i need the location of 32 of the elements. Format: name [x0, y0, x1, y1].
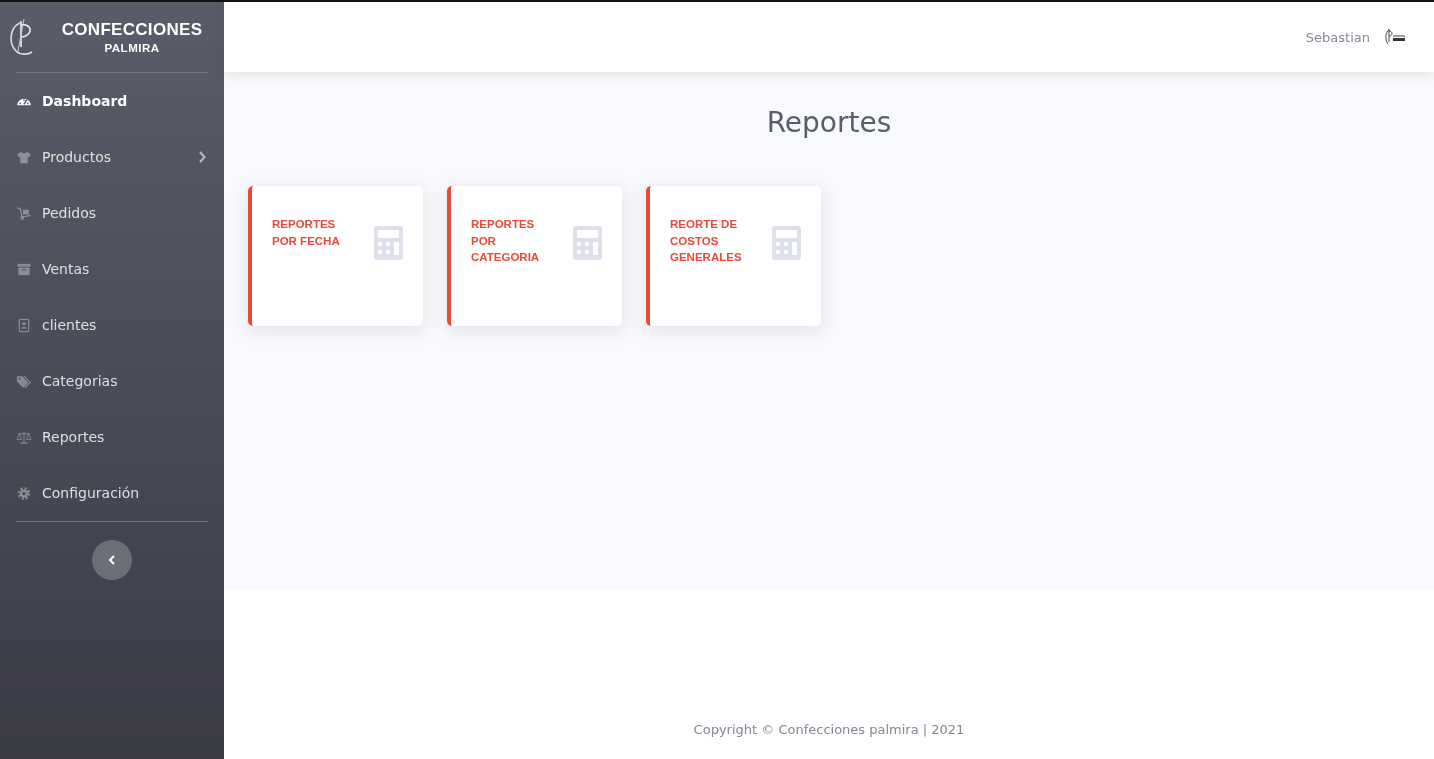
logo-icon[interactable] [1384, 28, 1406, 46]
sidebar-item[interactable]: Productos [0, 129, 224, 185]
sidebar-item[interactable]: Configuración [0, 465, 224, 521]
report-card[interactable]: REPORTES POR CATEGORIA [447, 186, 622, 326]
sidebar-item[interactable]: Dashboard [0, 73, 224, 129]
sidebar-item[interactable]: Reportes [0, 409, 224, 465]
scale-icon [16, 429, 32, 445]
brand-subtitle: PALMIRA [104, 42, 160, 54]
settings-icon [16, 485, 32, 501]
tshirt-icon [16, 149, 32, 165]
brand-title: CONFECCIONES [61, 20, 203, 40]
card-title: REORTE DE COSTOS GENERALES [670, 217, 743, 265]
chevron-right-icon [198, 151, 206, 163]
calculator-icon [772, 226, 801, 260]
sidebar-item[interactable]: Pedidos [0, 185, 224, 241]
chevron-left-icon [108, 555, 116, 565]
sidebar-item[interactable]: Categorias [0, 353, 224, 409]
calculator-icon [374, 226, 403, 260]
tags-icon [16, 373, 32, 389]
card-title: REPORTES POR FECHA [272, 217, 341, 249]
page-title: Reportes [765, 106, 893, 139]
archive-icon [16, 261, 32, 277]
sidebar-item[interactable]: Ventas [0, 241, 224, 297]
sidebar-item[interactable]: clientes [0, 297, 224, 353]
report-card[interactable]: REORTE DE COSTOS GENERALES [646, 186, 821, 326]
dolly-icon [16, 205, 32, 221]
report-card[interactable]: REPORTES POR FECHA [248, 186, 423, 326]
copyright-text: Copyright © Confecciones palmira | 2021 [693, 722, 965, 737]
calculator-icon [573, 226, 602, 260]
contact-card-icon [16, 317, 32, 333]
user-name[interactable]: Sebastian [1305, 29, 1370, 45]
card-title: REPORTES POR CATEGORIA [471, 217, 541, 265]
